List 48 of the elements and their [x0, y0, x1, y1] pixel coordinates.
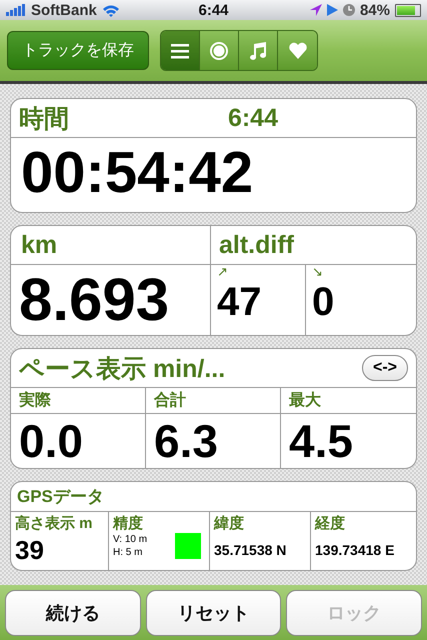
play-icon: [326, 4, 338, 16]
arrow-icon: ↗: [217, 265, 299, 279]
longitude-label: 経度: [315, 514, 346, 533]
accuracy-label: 精度: [113, 514, 144, 533]
music-note-icon: [248, 40, 268, 60]
carrier-name: SoftBank: [31, 2, 97, 18]
segment-tab[interactable]: [278, 31, 317, 70]
horizontal-accuracy: H: 5 m: [113, 546, 144, 559]
pace-value: 0.0: [11, 414, 146, 468]
arrow-icon: ↘: [312, 265, 410, 279]
pace-value: 6.3: [146, 414, 281, 468]
vertical-accuracy: V: 10 m: [113, 533, 148, 546]
pace-label: 合計: [146, 388, 281, 414]
altitude-value: 39: [15, 535, 45, 566]
signal-icon: [6, 4, 26, 16]
elapsed-time: 00:54:42: [20, 139, 254, 207]
distance-unit: km: [11, 226, 211, 265]
segment-tab[interactable]: [239, 31, 278, 70]
toggle-button[interactable]: <->: [362, 355, 408, 381]
pace-label: 実際: [11, 388, 146, 414]
action-button[interactable]: リセット: [146, 590, 282, 636]
action-button[interactable]: 続ける: [5, 590, 141, 636]
ascent-value: 47: [217, 279, 262, 325]
pace-label: 最大: [281, 388, 416, 414]
pace-value: 4.5: [288, 414, 354, 468]
clock-icon: [342, 4, 355, 16]
heart-icon: [288, 40, 308, 60]
pace-title: ペース表示 min/...: [19, 354, 226, 384]
segmented-control[interactable]: [160, 30, 318, 71]
wifi-icon: [102, 4, 120, 16]
altitude-label: 高さ表示 m: [15, 514, 94, 533]
time-label: 時間: [19, 104, 69, 134]
record-icon: [209, 40, 229, 60]
battery-percent: 84%: [360, 2, 390, 18]
status-time: 6:44: [198, 2, 229, 18]
gps-title: GPSデータ: [11, 482, 416, 512]
latitude-value: 35.71538 N: [214, 542, 288, 558]
latitude-label: 緯度: [214, 514, 245, 533]
segment-tab[interactable]: [161, 31, 200, 70]
battery-icon: [395, 4, 421, 16]
segment-tab[interactable]: [200, 31, 239, 70]
longitude-value: 139.73418 E: [315, 542, 396, 558]
distance-value: 8.693: [11, 265, 211, 335]
altitude-diff-label: alt.diff: [211, 226, 416, 265]
clock-time: 6:44: [228, 104, 278, 132]
location-arrow-icon: [310, 4, 322, 16]
save-track-button[interactable]: トラックを保存: [7, 31, 149, 70]
descent-value: 0: [312, 279, 336, 325]
